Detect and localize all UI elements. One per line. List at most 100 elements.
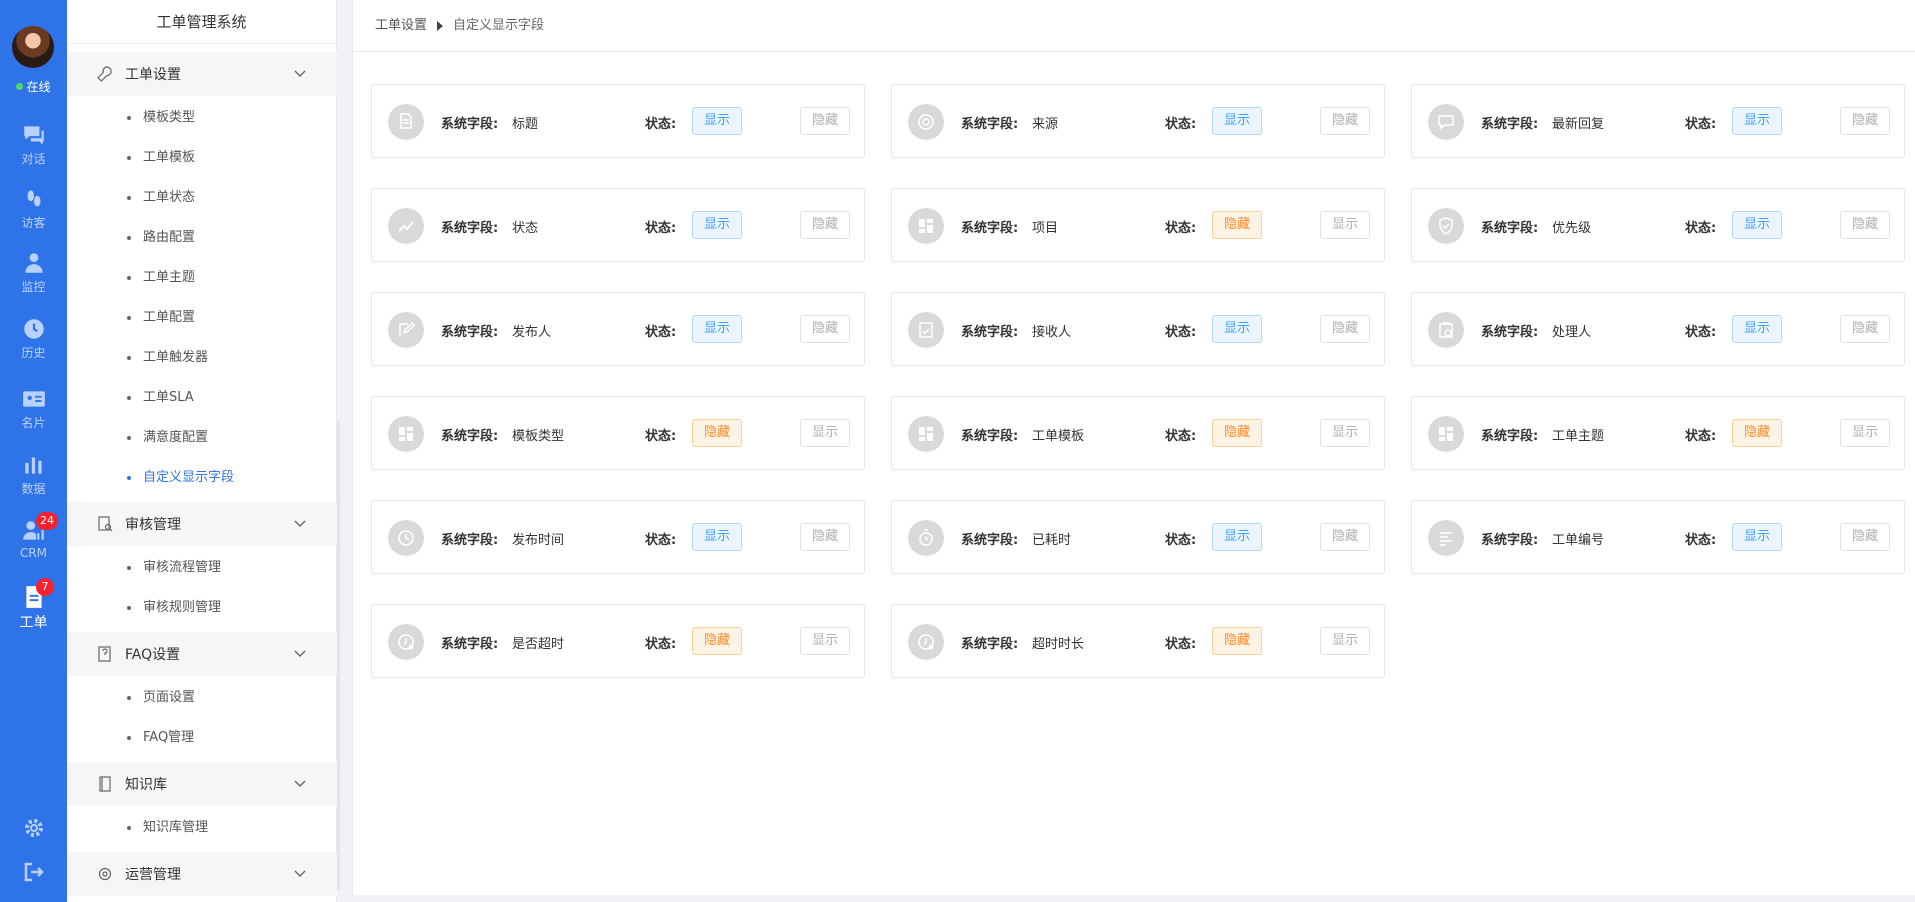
nav-item-trigger[interactable]: 工单触发器 <box>67 338 337 378</box>
field-card: 系统字段: 来源 状态: 显示 隐藏 <box>891 84 1385 158</box>
rail-item-crm[interactable]: 24 CRM <box>0 512 67 574</box>
toggle-button[interactable]: 隐藏 <box>800 523 850 551</box>
status-label: 状态: <box>645 117 677 132</box>
status-label: 状态: <box>645 429 677 444</box>
toggle-button[interactable]: 显示 <box>1840 419 1890 447</box>
field-name: 工单编号 <box>1552 533 1605 548</box>
toggle-button[interactable]: 显示 <box>1320 211 1370 239</box>
field-name: 状态 <box>512 221 539 236</box>
status-label: 状态: <box>1685 325 1717 340</box>
nav-item-ticket-topic[interactable]: 工单主题 <box>67 258 337 298</box>
edit-icon <box>388 312 424 348</box>
status-badge: 隐藏 <box>692 627 742 655</box>
field-card: 系统字段: 已耗时 状态: 显示 隐藏 <box>891 500 1385 574</box>
nav-group-review[interactable]: 审核管理 <box>67 502 337 546</box>
chat-icon <box>23 126 44 145</box>
status-badge: 显示 <box>1212 315 1262 343</box>
system-title: 工单管理系统 <box>67 0 336 44</box>
ticket-badge: 7 <box>36 578 54 596</box>
nav-item-routing[interactable]: 路由配置 <box>67 218 337 258</box>
field-name: 发布人 <box>512 325 552 340</box>
field-label: 系统字段: <box>1481 325 1539 340</box>
toggle-button[interactable]: 显示 <box>1320 419 1370 447</box>
field-card: 系统字段: 超时时长 状态: 隐藏 显示 <box>891 604 1385 678</box>
field-label: 系统字段: <box>961 429 1019 444</box>
field-label: 系统字段: <box>961 533 1019 548</box>
field-label: 系统字段: <box>1481 429 1539 444</box>
breadcrumb-current: 自定义显示字段 <box>453 17 545 33</box>
toggle-button[interactable]: 隐藏 <box>1320 107 1370 135</box>
status-label: 状态: <box>1685 117 1717 132</box>
online-status[interactable]: 在线 <box>0 78 67 95</box>
status-label: 状态: <box>1165 325 1197 340</box>
toggle-button[interactable]: 显示 <box>800 419 850 447</box>
field-name: 处理人 <box>1552 325 1592 340</box>
rail-item-history[interactable]: 历史 <box>0 316 67 372</box>
rail-item-card[interactable]: 名片 <box>0 386 67 442</box>
grid-icon <box>908 208 944 244</box>
nav-item-ticket-config[interactable]: 工单配置 <box>67 298 337 338</box>
toggle-button[interactable]: 隐藏 <box>1320 523 1370 551</box>
nav-group-faq[interactable]: FAQ设置 <box>67 632 337 676</box>
breadcrumb-parent[interactable]: 工单设置 <box>375 0 427 52</box>
toggle-button[interactable]: 隐藏 <box>1840 107 1890 135</box>
chevron-down-icon <box>294 70 306 77</box>
toggle-button[interactable]: 隐藏 <box>800 315 850 343</box>
status-label: 状态: <box>645 221 677 236</box>
rail-item-chat[interactable]: 对话 <box>0 122 67 178</box>
logout-button[interactable] <box>0 860 67 888</box>
nav-item-satisfaction[interactable]: 满意度配置 <box>67 418 337 458</box>
rail-item-ticket[interactable]: 7 工单 <box>0 578 67 640</box>
nav-group-operations[interactable]: 运营管理 <box>67 852 337 896</box>
nav-scrollbar[interactable] <box>337 420 340 890</box>
toggle-button[interactable]: 显示 <box>800 627 850 655</box>
field-card: 系统字段: 工单模板 状态: 隐藏 显示 <box>891 396 1385 470</box>
nav-item-ticket-template[interactable]: 工单模板 <box>67 138 337 178</box>
field-label: 系统字段: <box>441 637 499 652</box>
field-name: 项目 <box>1032 221 1059 236</box>
field-name: 已耗时 <box>1032 533 1072 548</box>
field-label: 系统字段: <box>441 221 499 236</box>
avatar[interactable] <box>12 26 54 68</box>
trend-icon <box>388 208 424 244</box>
status-label: 状态: <box>1165 533 1197 548</box>
nav-item-page-settings[interactable]: 页面设置 <box>67 678 337 718</box>
timer-icon <box>908 520 944 556</box>
field-label: 系统字段: <box>441 533 499 548</box>
rail-item-visitor[interactable]: 访客 <box>0 186 67 242</box>
rail-item-monitor[interactable]: 监控 <box>0 250 67 306</box>
field-label: 系统字段: <box>961 221 1019 236</box>
toggle-button[interactable]: 隐藏 <box>800 107 850 135</box>
nav-item-custom-fields[interactable]: 自定义显示字段 <box>67 458 337 498</box>
nav-item-ticket-status[interactable]: 工单状态 <box>67 178 337 218</box>
footprint-icon <box>27 190 40 207</box>
settings-button[interactable] <box>0 816 67 844</box>
nav-item-review-rule[interactable]: 审核规则管理 <box>67 588 337 628</box>
nav-item-sla[interactable]: 工单SLA <box>67 378 337 418</box>
nav-group-knowledge[interactable]: 知识库 <box>67 762 337 806</box>
rail-item-data[interactable]: 数据 <box>0 452 67 508</box>
nav-group-ticket-settings[interactable]: 工单设置 <box>67 52 337 96</box>
status-badge: 隐藏 <box>1212 627 1262 655</box>
settings-icon <box>24 819 43 837</box>
nav-item-template-type[interactable]: 模板类型 <box>67 98 337 138</box>
field-card: 系统字段: 工单编号 状态: 显示 隐藏 <box>1411 500 1905 574</box>
field-label: 系统字段: <box>961 117 1019 132</box>
status-badge: 隐藏 <box>692 419 742 447</box>
field-card: 系统字段: 是否超时 状态: 隐藏 显示 <box>371 604 865 678</box>
wrench-icon <box>97 66 112 82</box>
nav-item-knowledge-manage[interactable]: 知识库管理 <box>67 808 337 848</box>
nav-item-faq-manage[interactable]: FAQ管理 <box>67 718 337 758</box>
toggle-button[interactable]: 隐藏 <box>1320 315 1370 343</box>
toggle-button[interactable]: 显示 <box>1320 627 1370 655</box>
nav-panel: 工单管理系统 工单设置 模板类型 工单模板 工单状态 路由配置 工单主题 工单配… <box>67 0 340 902</box>
status-badge: 隐藏 <box>1212 419 1262 447</box>
status-label: 状态: <box>1165 637 1197 652</box>
nav-item-review-flow[interactable]: 审核流程管理 <box>67 548 337 588</box>
status-badge: 隐藏 <box>1732 419 1782 447</box>
toggle-button[interactable]: 隐藏 <box>1840 315 1890 343</box>
review-icon <box>98 516 113 532</box>
toggle-button[interactable]: 隐藏 <box>1840 211 1890 239</box>
toggle-button[interactable]: 隐藏 <box>800 211 850 239</box>
toggle-button[interactable]: 隐藏 <box>1840 523 1890 551</box>
